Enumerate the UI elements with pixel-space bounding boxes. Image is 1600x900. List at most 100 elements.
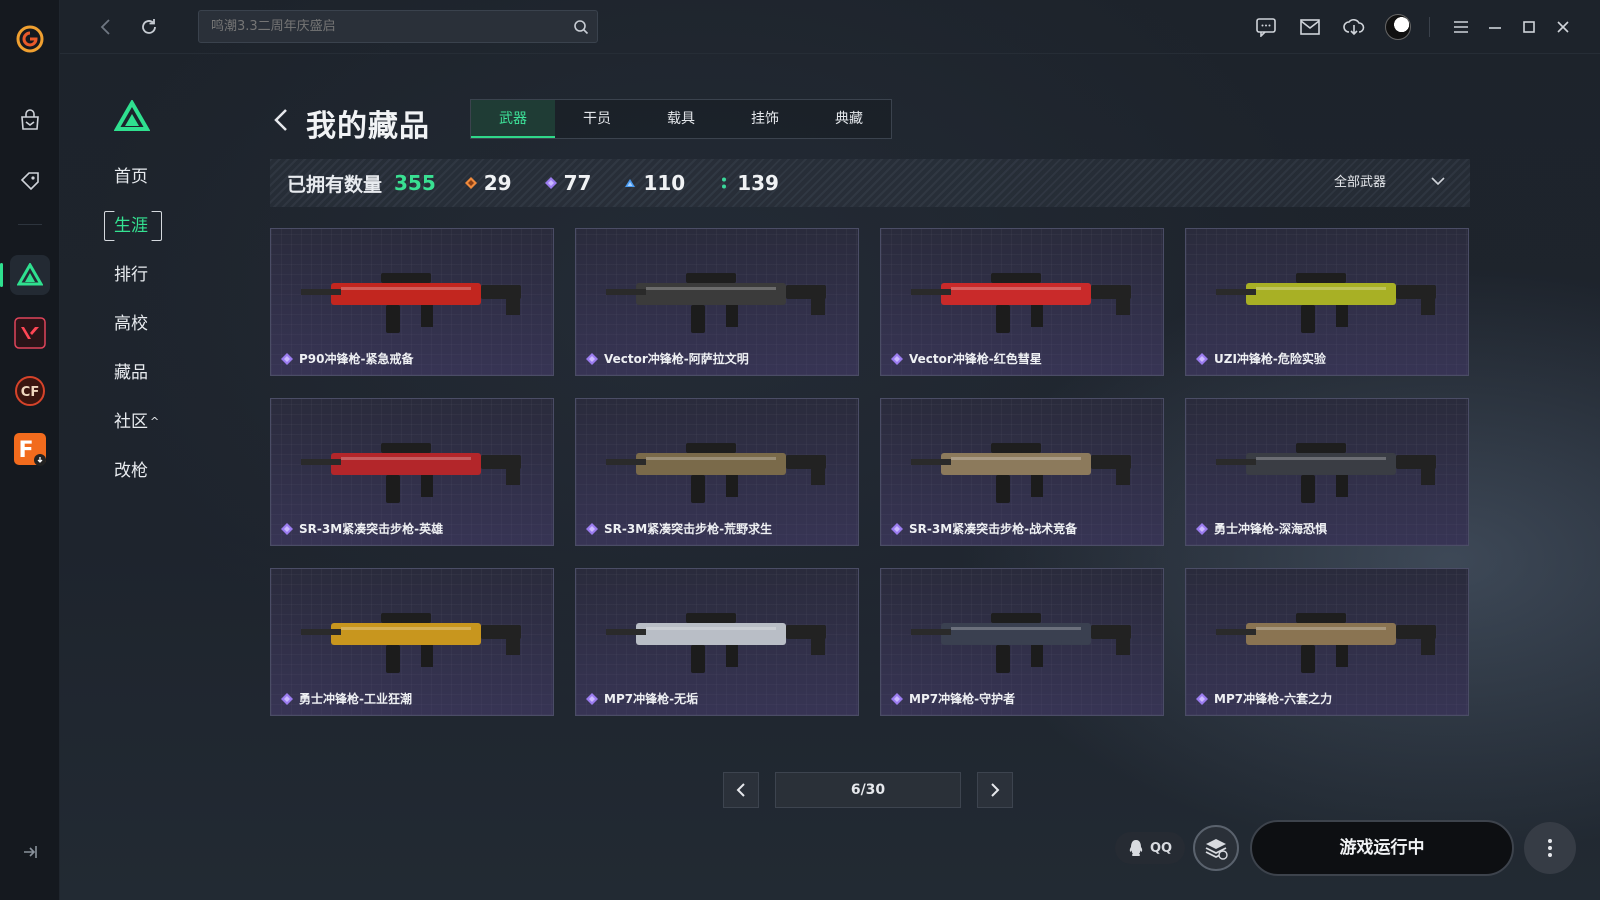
- weapon-card[interactable]: MP7冲锋枪-六套之力: [1185, 568, 1469, 716]
- game-crossfire-icon[interactable]: CF: [10, 371, 50, 411]
- weapon-card[interactable]: Vector冲锋枪-阿萨拉文明: [575, 228, 859, 376]
- game-delta-force-icon[interactable]: [0, 255, 50, 295]
- game-running-button[interactable]: 游戏运行中: [1250, 820, 1514, 876]
- sidemenu-item-home[interactable]: 首页: [104, 162, 160, 192]
- sidemenu-item-college[interactable]: 高校: [104, 309, 160, 339]
- more-vertical-icon: [1548, 839, 1552, 857]
- qq-button[interactable]: QQ: [1115, 832, 1185, 864]
- purple-rarity-icon: [586, 352, 598, 365]
- weapon-card[interactable]: MP7冲锋枪-守护者: [880, 568, 1164, 716]
- collapse-sidebar-icon[interactable]: [20, 842, 40, 862]
- weapon-name: SR-3M紧凑突击步枪-荒野求生: [604, 522, 773, 536]
- window-controls: [1235, 14, 1576, 40]
- stat-orange: 29: [464, 171, 512, 195]
- weapon-name-row: MP7冲锋枪-守护者: [891, 690, 1015, 707]
- app-logo-icon[interactable]: [15, 24, 45, 54]
- weapon-name: Vector冲锋枪-红色彗星: [909, 352, 1042, 366]
- weapon-name-row: MP7冲锋枪-无垢: [586, 690, 698, 707]
- ownership-stats: 已拥有数量 355 29 77 110 139 全部武器: [270, 159, 1470, 207]
- weapon-image: [606, 273, 826, 333]
- avatar-image: [1385, 14, 1411, 40]
- sidemenu-item-community[interactable]: 社区 ^: [104, 407, 160, 437]
- sidemenu-item-collection[interactable]: 藏品: [104, 358, 160, 388]
- svg-text:F: F: [18, 438, 33, 463]
- weapon-card[interactable]: Vector冲锋枪-红色彗星: [880, 228, 1164, 376]
- weapon-image: [1216, 443, 1436, 503]
- search-icon[interactable]: [565, 11, 597, 43]
- weapon-filter-dropdown[interactable]: 全部武器: [1334, 171, 1446, 190]
- sidemenu-item-gunsmith[interactable]: 改枪: [104, 456, 160, 486]
- game-f-app-icon[interactable]: F: [10, 429, 50, 469]
- prev-page-button[interactable]: [723, 772, 759, 808]
- close-icon[interactable]: [1550, 14, 1576, 40]
- weapon-name: SR-3M紧凑突击步枪-战术竞备: [909, 522, 1078, 536]
- purple-rarity-icon: [586, 692, 598, 705]
- weapon-image: [606, 613, 826, 673]
- search-input[interactable]: [199, 19, 565, 34]
- weapon-card[interactable]: P90冲锋枪-紧急戒备: [270, 228, 554, 376]
- mail-icon[interactable]: [1297, 14, 1323, 40]
- weapon-image: [301, 443, 521, 503]
- tab-weapons[interactable]: 武器: [471, 100, 555, 138]
- weapon-card[interactable]: SR-3M紧凑突击步枪-战术竞备: [880, 398, 1164, 546]
- stat-purple: 77: [544, 171, 591, 195]
- weapon-name: SR-3M紧凑突击步枪-英雄: [299, 522, 444, 536]
- purple-rarity-icon: [281, 692, 293, 705]
- tab-vehicles[interactable]: 载具: [639, 100, 723, 138]
- purple-rarity-icon: [586, 522, 598, 535]
- tab-operators[interactable]: 干员: [555, 100, 639, 138]
- sidemenu-item-career[interactable]: 生涯: [104, 211, 160, 241]
- caret-up-icon: ^: [150, 415, 160, 428]
- weapon-name: Vector冲锋枪-阿萨拉文明: [604, 352, 749, 366]
- tag-icon[interactable]: [10, 160, 50, 200]
- chevron-down-icon: [1431, 176, 1445, 185]
- sidemenu-item-ranking[interactable]: 排行: [104, 260, 160, 290]
- weapon-card[interactable]: SR-3M紧凑突击步枪-英雄: [270, 398, 554, 546]
- weapon-name-row: SR-3M紧凑突击步枪-英雄: [281, 520, 443, 537]
- toolbar-divider: [1429, 17, 1430, 37]
- minimize-icon[interactable]: [1482, 14, 1508, 40]
- user-avatar[interactable]: [1385, 14, 1411, 40]
- weapon-image: [911, 613, 1131, 673]
- weapon-image: [301, 273, 521, 333]
- weapon-name-row: SR-3M紧凑突击步枪-荒野求生: [586, 520, 772, 537]
- weapon-name: 勇士冲锋枪-深海恐惧: [1214, 522, 1327, 536]
- stat-green: 139: [717, 171, 779, 195]
- weapon-image: [1216, 613, 1436, 673]
- back-arrow-icon[interactable]: [96, 16, 116, 38]
- weapon-name-row: 勇士冲锋枪-工业狂潮: [281, 690, 412, 707]
- purple-rarity-icon: [1196, 692, 1208, 705]
- weapon-name-row: 勇士冲锋枪-深海恐惧: [1196, 520, 1327, 537]
- weapon-card[interactable]: SR-3M紧凑突击步枪-荒野求生: [575, 398, 859, 546]
- weapon-name: MP7冲锋枪-六套之力: [1214, 692, 1333, 706]
- stat-blue-count: 110: [643, 171, 686, 195]
- page-indicator: 6/30: [775, 772, 961, 808]
- tab-charms[interactable]: 挂饰: [723, 100, 807, 138]
- layers-icon: [1205, 839, 1228, 860]
- weapon-card[interactable]: 勇士冲锋枪-工业狂潮: [270, 568, 554, 716]
- page-back-icon[interactable]: [272, 106, 290, 134]
- weapon-card[interactable]: 勇士冲锋枪-深海恐惧: [1185, 398, 1469, 546]
- tab-collection[interactable]: 典藏: [807, 100, 891, 138]
- menu-icon[interactable]: [1448, 14, 1474, 40]
- stat-orange-count: 29: [483, 171, 512, 195]
- purple-rarity-icon: [1196, 352, 1208, 365]
- game-valorant-icon[interactable]: [10, 313, 50, 353]
- layers-button[interactable]: [1193, 825, 1239, 871]
- store-icon[interactable]: [10, 100, 50, 140]
- pagination: 6/30: [723, 772, 1013, 808]
- weapon-card[interactable]: MP7冲锋枪-无垢: [575, 568, 859, 716]
- more-options-button[interactable]: [1524, 822, 1576, 874]
- stat-blue: 110: [623, 171, 685, 195]
- weapon-name-row: P90冲锋枪-紧急戒备: [281, 350, 413, 367]
- refresh-icon[interactable]: [138, 16, 160, 38]
- delta-force-logo-icon: [113, 98, 151, 131]
- download-icon[interactable]: [1341, 14, 1367, 40]
- maximize-icon[interactable]: [1516, 14, 1542, 40]
- green-rarity-icon: [722, 177, 727, 189]
- next-page-button[interactable]: [977, 772, 1013, 808]
- chat-icon[interactable]: [1253, 14, 1279, 40]
- weapon-image: [911, 273, 1131, 333]
- weapon-image: [301, 613, 521, 673]
- weapon-card[interactable]: UZI冲锋枪-危险实验: [1185, 228, 1469, 376]
